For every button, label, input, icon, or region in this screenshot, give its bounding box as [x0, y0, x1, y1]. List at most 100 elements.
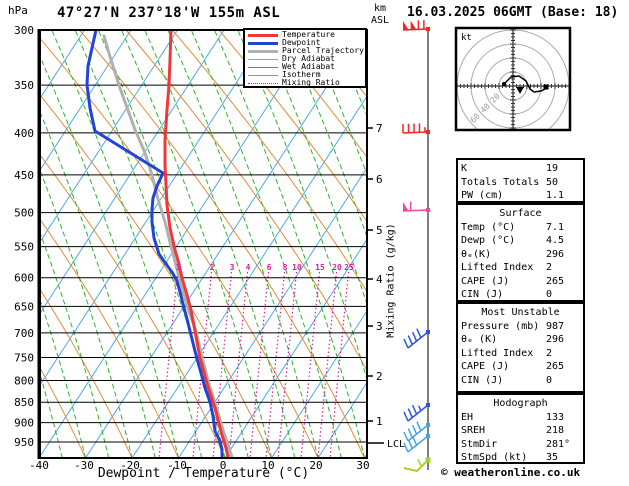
isotherm-line — [178, 168, 366, 458]
table-row: StmSpd (kt) 35 — [461, 451, 580, 465]
table-value: 296 — [546, 248, 565, 260]
surface-table: Surface Temp (°C) 7.1 Dewp (°C) 4.5 θₑ(K) 296 L… — [456, 203, 585, 302]
table-row: Dewp (°C) 4.5 — [461, 234, 580, 248]
km-tick-label: 2 — [376, 370, 383, 383]
km-tick-label: 4 — [376, 273, 383, 286]
table-row: PW (cm) 1.1 — [461, 189, 580, 203]
dewpoint-curve — [85, 30, 224, 458]
km-tick-label: 3 — [376, 320, 383, 333]
lcl-label: LCL — [387, 439, 405, 450]
hodograph: 204060kt — [454, 26, 572, 132]
table-value: 4.5 — [546, 235, 565, 246]
mixing-ratio-value-label: 15 — [315, 263, 325, 272]
table-label: Lifted Index — [461, 262, 534, 273]
x-axis-title: Dewpoint / Temperature (°C) — [97, 466, 310, 481]
table-value: 296 — [546, 334, 565, 345]
table-value: 0 — [546, 374, 553, 386]
isotherm-line — [41, 30, 318, 456]
pressure-tick-label: 850 — [14, 396, 34, 409]
table-label: CAPE (J) — [461, 361, 510, 372]
table-header: Most Unstable — [481, 307, 560, 318]
pressure-tick-label: 900 — [14, 417, 34, 430]
table-value: 50 — [546, 176, 559, 188]
legend-item: Mixing Ratio — [248, 79, 365, 87]
most-unstable-table: Most Unstable Pressure (mb) 987 θₑ (K) 296 Li… — [456, 302, 585, 393]
wet-adiabat-line — [307, 30, 366, 174]
table-row: θₑ (K) 296 — [461, 333, 580, 347]
mixing-ratio-value-label: 6 — [267, 263, 272, 272]
table-value: 7.1 — [546, 221, 565, 233]
table-value: 0 — [546, 289, 553, 300]
table-row: θₑ(K) 296 — [461, 248, 580, 262]
table-row: CIN (J) 0 — [461, 288, 580, 302]
wind-barb — [402, 201, 430, 212]
mixing-ratio-value-label: 1 — [176, 263, 181, 272]
dry-adiabat-line — [172, 30, 366, 292]
table-label: Pressure (mb) — [461, 320, 540, 332]
table-row: SREH 218 — [461, 424, 580, 438]
table-label: θₑ(K) — [461, 248, 492, 260]
table-value: 35 — [546, 452, 559, 463]
mixing-ratio-line — [228, 271, 249, 458]
pressure-tick-label: 700 — [14, 327, 34, 340]
table-label: θₑ (K) — [461, 334, 498, 345]
table-value: 133 — [546, 411, 565, 423]
pressure-tick-label: 750 — [14, 351, 34, 364]
copyright: © weatheronline.co.uk — [441, 466, 581, 479]
legend: Temperature Dewpoint Parcel Trajectory Dry … — [243, 28, 367, 88]
legend-sample-line — [248, 82, 278, 84]
table-value: 265 — [546, 275, 565, 287]
pressure-tick-label: 800 — [14, 375, 34, 388]
table-label: CAPE (J) — [461, 275, 510, 287]
wind-barb — [403, 403, 430, 422]
table-value: 218 — [546, 425, 565, 436]
table-label: SREH — [461, 425, 486, 436]
table-value: 281° — [546, 438, 571, 450]
table-row: Totals Totals 50 — [461, 176, 580, 190]
table-value: 987 — [546, 320, 565, 332]
table-label: StmDir — [461, 438, 498, 450]
table-row: Lifted Index 2 — [461, 347, 580, 361]
pressure-tick-label: 950 — [14, 436, 34, 449]
indices-table: K 19 Totals Totals 50 PW (cm) 1.1 — [456, 158, 585, 203]
table-row: CAPE (J) 265 — [461, 275, 580, 289]
mixing-ratio-value-label: 10 — [292, 263, 302, 272]
km-tick-label: 7 — [376, 122, 383, 135]
mixing-ratio-value-label: 4 — [246, 263, 251, 272]
mixing-ratio-value-label: 25 — [344, 263, 354, 272]
mixing-ratio-value-label: 8 — [283, 263, 288, 272]
table-header: Surface — [499, 208, 542, 219]
mixing-ratio-line — [158, 271, 179, 458]
table-value: 265 — [546, 361, 565, 372]
pressure-tick-label: 350 — [14, 79, 34, 92]
wind-barb — [402, 123, 430, 134]
legend-label: Mixing Ratio — [282, 78, 340, 87]
table-header: Hodograph — [493, 398, 548, 409]
wind-barb — [403, 457, 431, 473]
table-label: CIN (J) — [461, 289, 504, 300]
table-value: 19 — [546, 163, 559, 174]
mixing-ratio-value-label: 20 — [332, 263, 342, 272]
legend-sample-line — [248, 66, 278, 68]
table-value: 2 — [546, 262, 553, 273]
table-row: Lifted Index 2 — [461, 261, 580, 275]
sounding-page: hPa 47°27'N 237°18'W 155m ASL 16.03.2025… — [0, 0, 629, 486]
pressure-tick-label: 550 — [14, 241, 34, 254]
table-label: PW (cm) — [461, 190, 504, 201]
km-tick-label: 6 — [376, 173, 383, 186]
mixing-ratio-line — [329, 271, 350, 458]
table-label: Temp (°C) — [461, 221, 516, 233]
hodograph-unit-label: kt — [461, 33, 472, 43]
table-value: 2 — [546, 347, 553, 359]
table-label: Lifted Index — [461, 347, 534, 359]
legend-sample-line — [248, 58, 278, 60]
table-row: StmDir 281° — [461, 438, 580, 452]
pressure-tick-label: 300 — [14, 24, 34, 37]
legend-sample-line — [248, 33, 278, 37]
pressure-tick-label: 500 — [14, 207, 34, 220]
mixing-ratio-line — [265, 271, 286, 458]
mixing-ratio-line — [249, 271, 270, 458]
table-row: EH 133 — [461, 411, 580, 425]
table-label: EH — [461, 411, 474, 423]
isotherm-line — [41, 30, 85, 98]
